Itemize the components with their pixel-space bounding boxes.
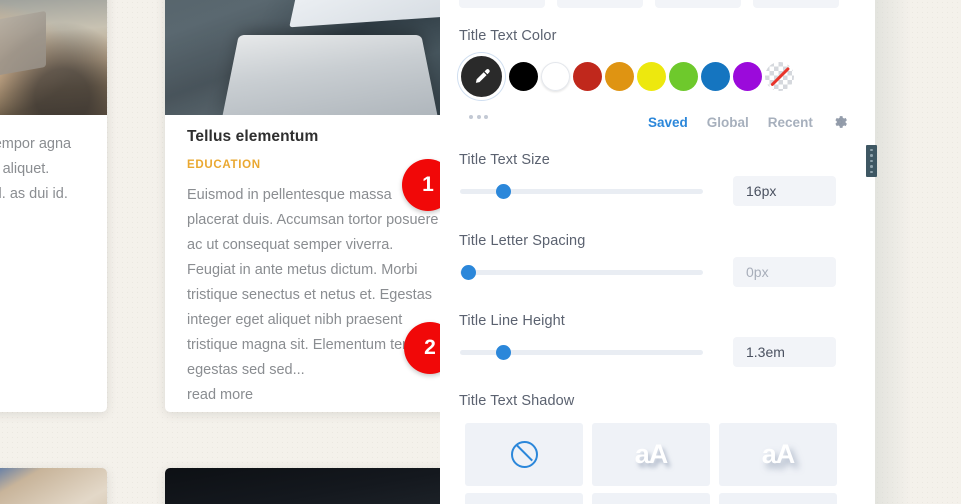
color-swatch-blue[interactable] (701, 62, 730, 91)
screen: nsectetur tempor agna aliqua. erra aliqu… (0, 0, 961, 504)
title-text-size-slider-knob[interactable] (496, 184, 511, 199)
text-shadow-preset-row2-2[interactable] (592, 493, 710, 504)
title-text-color-label: Title Text Color (459, 28, 557, 44)
panel-top-button-4[interactable] (753, 0, 839, 8)
card-image (165, 468, 465, 504)
no-shadow-icon (511, 441, 538, 468)
color-swatch-green[interactable] (669, 62, 698, 91)
step-marker-1-number: 1 (422, 173, 434, 197)
card-image (165, 0, 465, 115)
tab-recent[interactable]: Recent (768, 115, 813, 130)
title-letter-spacing-slider[interactable] (460, 270, 703, 275)
panel-top-button-1[interactable] (459, 0, 545, 8)
tab-global[interactable]: Global (707, 115, 749, 130)
title-letter-spacing-label: Title Letter Spacing (459, 233, 585, 249)
step-marker-2-number: 2 (424, 336, 436, 360)
color-swatch-red[interactable] (573, 62, 602, 91)
card-title: Tellus elementum (187, 128, 445, 146)
title-text-size-input[interactable]: 16px (733, 176, 836, 206)
card-image (0, 0, 107, 115)
active-color-swatch[interactable] (458, 53, 505, 100)
ellipsis-icon[interactable] (469, 115, 488, 119)
title-letter-spacing-slider-knob[interactable] (461, 265, 476, 280)
gear-icon[interactable] (832, 114, 848, 130)
tab-saved[interactable]: Saved (648, 115, 688, 130)
title-letter-spacing-input[interactable]: 0px (733, 257, 836, 287)
title-text-shadow-label: Title Text Shadow (459, 393, 574, 409)
color-swatch-black[interactable] (509, 62, 538, 91)
blog-card-left[interactable]: nsectetur tempor agna aliqua. erra aliqu… (0, 0, 107, 412)
panel-top-button-2[interactable] (557, 0, 643, 8)
color-swatch-white[interactable] (541, 62, 570, 91)
card-read-more-link[interactable]: read more (187, 387, 445, 403)
text-shadow-preset-strong[interactable]: aA (719, 423, 837, 486)
panel-top-button-3[interactable] (655, 0, 741, 8)
text-shadow-preset-none[interactable] (465, 423, 583, 486)
title-text-color-swatches (458, 53, 797, 100)
card-image (0, 468, 107, 504)
text-shadow-preset-soft-glyph: aA (635, 439, 668, 470)
blog-card-bottom-left[interactable] (0, 468, 107, 504)
color-swatch-orange[interactable] (605, 62, 634, 91)
title-text-size-label: Title Text Size (459, 152, 550, 168)
eyedropper-icon (472, 67, 491, 86)
title-line-height-slider-knob[interactable] (496, 345, 511, 360)
panel-top-button-row (459, 0, 839, 8)
color-swatch-purple[interactable] (733, 62, 762, 91)
text-shadow-preset-row2-1[interactable] (465, 493, 583, 504)
color-swatch-transparent[interactable] (765, 62, 794, 91)
panel-resize-handle[interactable] (866, 145, 877, 177)
blog-card-bottom-featured[interactable] (165, 468, 465, 504)
title-line-height-input[interactable]: 1.3em (733, 337, 836, 367)
panel-edge-shadow (875, 0, 911, 504)
text-shadow-preset-soft[interactable]: aA (592, 423, 710, 486)
card-excerpt: nsectetur tempor agna aliqua. erra aliqu… (0, 132, 93, 232)
color-source-tabs: Saved Global Recent (648, 114, 848, 130)
text-shadow-preset-strong-glyph: aA (762, 439, 795, 470)
color-swatch-yellow[interactable] (637, 62, 666, 91)
color-picker-eyedropper-button[interactable] (458, 53, 505, 100)
text-shadow-preset-row2-3[interactable] (719, 493, 837, 504)
title-line-height-label: Title Line Height (459, 313, 565, 329)
